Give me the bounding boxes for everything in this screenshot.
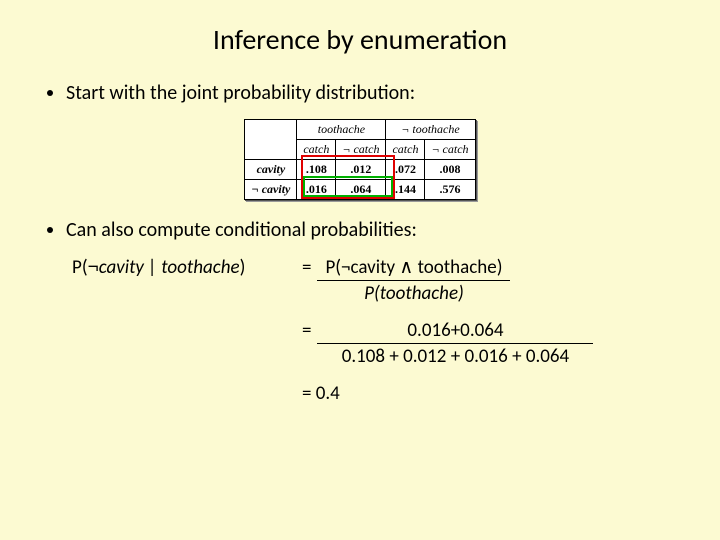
- cell-r1c1: .108: [297, 160, 336, 180]
- denominator-2: 0.108 + 0.012 + 0.016 + 0.064: [334, 344, 577, 368]
- jpd-table: toothache ¬ toothache catch ¬ catch catc…: [244, 119, 475, 200]
- slide: Inference by enumeration Start with the …: [0, 0, 720, 540]
- math-rhs-2: = 0.016+0.064 0.108 + 0.012 + 0.016 + 0.…: [302, 319, 593, 368]
- numerator-1: P(¬cavity ∧ toothache): [317, 256, 510, 281]
- bullet-list-2: Can also compute conditional probabiliti…: [42, 218, 678, 242]
- math-row-2: = 0.016+0.064 0.108 + 0.012 + 0.016 + 0.…: [72, 319, 678, 368]
- equals-1: =: [302, 256, 311, 279]
- cell-r1c3: .072: [386, 160, 425, 180]
- cell-r2c4: .576: [425, 180, 475, 200]
- row-cavity: cavity: [245, 160, 297, 180]
- math-rhs-1: = P(¬cavity ∧ toothache) P(toothache): [302, 256, 510, 305]
- sub-catch-1: catch: [297, 140, 336, 160]
- fraction-2: 0.016+0.064 0.108 + 0.012 + 0.016 + 0.06…: [317, 319, 593, 368]
- cell-r2c3: .144: [386, 180, 425, 200]
- sub-notcatch-1: ¬ catch: [336, 140, 386, 160]
- math-lhs: P(¬cavity | toothache): [72, 256, 302, 279]
- sub-catch-2: catch: [386, 140, 425, 160]
- bullet-2: Can also compute conditional probabiliti…: [66, 218, 678, 242]
- denominator-1: P(toothache): [356, 281, 472, 305]
- col-not-toothache: ¬ toothache: [386, 120, 475, 140]
- sub-notcatch-2: ¬ catch: [425, 140, 475, 160]
- lhs-close: ): [240, 256, 246, 279]
- cell-r2c2: .064: [336, 180, 386, 200]
- jpd-table-wrap: toothache ¬ toothache catch ¬ catch catc…: [42, 119, 678, 200]
- math-result: = 0.4: [302, 382, 340, 405]
- blank-header: [245, 120, 297, 160]
- jpd-table-outer: toothache ¬ toothache catch ¬ catch catc…: [244, 119, 475, 200]
- lhs-body: cavity | toothache: [99, 256, 240, 279]
- cell-r1c2: .012: [336, 160, 386, 180]
- bullet-list: Start with the joint probability distrib…: [42, 81, 678, 105]
- col-toothache: toothache: [297, 120, 386, 140]
- num1-text: P(¬cavity ∧ toothache): [325, 256, 502, 279]
- math-block: P(¬cavity | toothache) = P(¬cavity ∧ too…: [72, 256, 678, 405]
- math-row-1: P(¬cavity | toothache) = P(¬cavity ∧ too…: [72, 256, 678, 305]
- neg-icon: ¬: [88, 257, 99, 278]
- cell-r2c1: .016: [297, 180, 336, 200]
- equals-2: =: [302, 319, 311, 342]
- fraction-1: P(¬cavity ∧ toothache) P(toothache): [317, 256, 510, 305]
- slide-title: Inference by enumeration: [42, 22, 678, 57]
- lhs-p: P(: [72, 256, 88, 279]
- numerator-2: 0.016+0.064: [317, 319, 593, 344]
- bullet-1: Start with the joint probability distrib…: [66, 81, 678, 105]
- cell-r1c4: .008: [425, 160, 475, 180]
- row-not-cavity: ¬ cavity: [245, 180, 297, 200]
- math-row-3: = 0.4: [72, 382, 678, 405]
